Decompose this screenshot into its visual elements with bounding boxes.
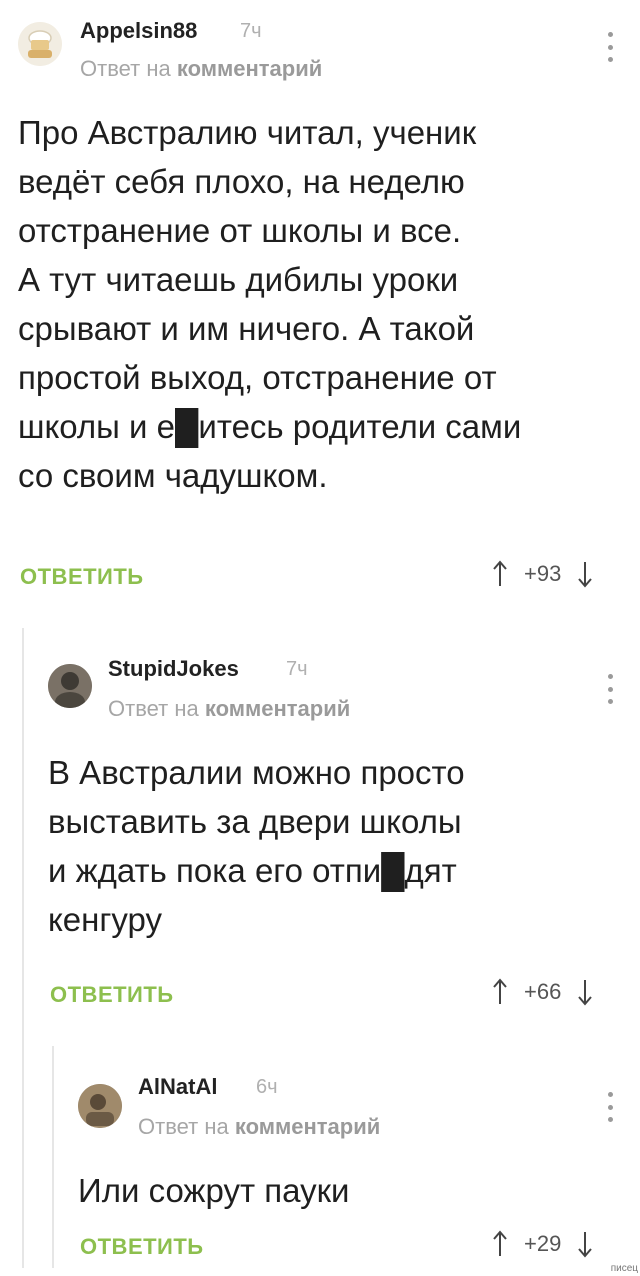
arrow-up-icon[interactable] xyxy=(492,1230,508,1258)
reply-button[interactable]: ОТВЕТИТЬ xyxy=(20,564,144,590)
score: +93 xyxy=(524,561,562,586)
comment-text: Или сожрут пауки xyxy=(78,1172,350,1209)
username[interactable]: Appelsin88 xyxy=(80,18,197,44)
arrow-down-icon[interactable] xyxy=(577,978,593,1006)
reply-to-label[interactable]: Ответ на комментарий xyxy=(108,696,350,722)
vote-controls: +66 xyxy=(492,978,593,1006)
vote-controls: +93 xyxy=(492,560,593,588)
vote-controls: +29 xyxy=(492,1230,593,1258)
reply-to-target[interactable]: комментарий xyxy=(177,56,322,81)
reply-to-prefix: Ответ на xyxy=(108,696,199,721)
more-menu-icon[interactable] xyxy=(606,32,614,62)
reply-to-prefix: Ответ на xyxy=(138,1114,229,1139)
timestamp: 7ч xyxy=(286,658,308,680)
timestamp: 7ч xyxy=(240,20,262,42)
more-menu-icon[interactable] xyxy=(606,674,614,704)
reply-to-label[interactable]: Ответ на комментарий xyxy=(80,56,322,82)
comment-1: Appelsin88 7ч Ответ на комментарий Про А… xyxy=(0,0,640,620)
avatar[interactable] xyxy=(18,22,62,66)
arrow-down-icon[interactable] xyxy=(577,560,593,588)
score: +66 xyxy=(524,979,562,1004)
score: +29 xyxy=(524,1231,562,1256)
watermark: писец xyxy=(610,1263,638,1274)
chef-avatar-icon xyxy=(18,22,62,66)
comment-3: AlNatAl 6ч Ответ на комментарий Или сожр… xyxy=(0,1060,640,1270)
more-menu-icon[interactable] xyxy=(606,1092,614,1122)
arrow-up-icon[interactable] xyxy=(492,560,508,588)
reply-to-prefix: Ответ на xyxy=(80,56,171,81)
reply-to-target[interactable]: комментарий xyxy=(235,1114,380,1139)
comment-text: В Австралии можно просто выставить за дв… xyxy=(48,754,465,938)
reply-button[interactable]: ОТВЕТИТЬ xyxy=(50,982,174,1008)
arrow-down-icon[interactable] xyxy=(577,1230,593,1258)
reply-button[interactable]: ОТВЕТИТЬ xyxy=(80,1234,204,1260)
avatar[interactable] xyxy=(78,1084,122,1128)
avatar[interactable] xyxy=(48,664,92,708)
arrow-up-icon[interactable] xyxy=(492,978,508,1006)
reply-to-target[interactable]: комментарий xyxy=(205,696,350,721)
comment-2: StupidJokes 7ч Ответ на комментарий В Ав… xyxy=(0,640,640,1040)
user-photo-icon xyxy=(78,1084,122,1128)
username[interactable]: AlNatAl xyxy=(138,1074,217,1100)
timestamp: 6ч xyxy=(256,1076,278,1098)
comment-text: Про Австралию читал, ученик ведёт себя п… xyxy=(18,114,522,494)
reply-to-label[interactable]: Ответ на комментарий xyxy=(138,1114,380,1140)
user-photo-icon xyxy=(48,664,92,708)
username[interactable]: StupidJokes xyxy=(108,656,239,682)
